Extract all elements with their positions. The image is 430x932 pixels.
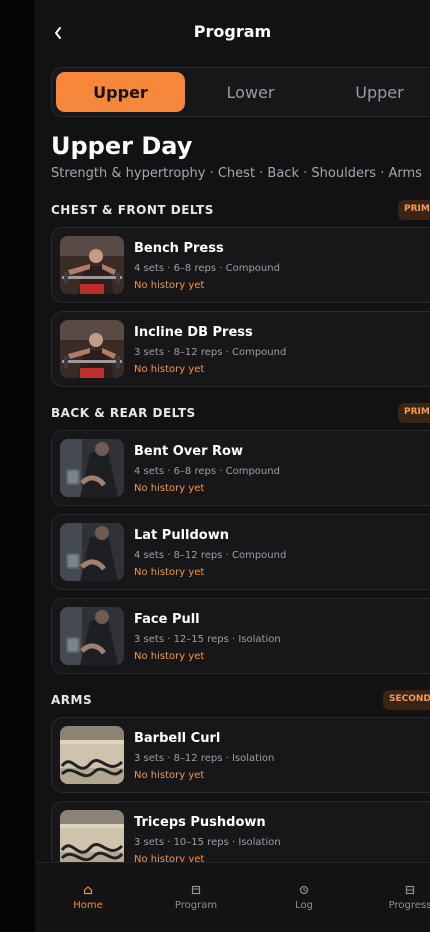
- progress-icon: [405, 885, 415, 895]
- exercise-thumbnail: [60, 236, 124, 294]
- section-title: BACK & REAR DELTS: [51, 406, 196, 420]
- exercise-thumbnail: [60, 439, 124, 497]
- exercise-name: Incline DB Press: [134, 325, 253, 340]
- exercise-card-barbell-curl[interactable]: Barbell Curl 3 sets · 8–12 reps · Isolat…: [51, 717, 430, 793]
- exercise-meta: 4 sets · 8–12 reps · Compound: [134, 550, 287, 561]
- exercise-name: Face Pull: [134, 612, 200, 627]
- exercise-thumbnail: [60, 607, 124, 665]
- section-badge: PRIMARY: [398, 200, 430, 220]
- exercise-meta: 4 sets · 6–8 reps · Compound: [134, 466, 280, 477]
- exercise-history: No history yet: [134, 364, 205, 375]
- exercise-meta: 3 sets · 12–15 reps · Isolation: [134, 634, 281, 645]
- nav-label: Log: [295, 900, 313, 911]
- exercise-thumbnail: [60, 320, 124, 378]
- day-tabs: Upper Lower Upper: [51, 67, 430, 117]
- tab-upper[interactable]: Upper: [56, 72, 185, 112]
- section-header-chest: CHEST & FRONT DELTS PRIMARY: [51, 200, 430, 224]
- exercise-meta: 3 sets · 10–15 reps · Isolation: [134, 837, 281, 848]
- bottom-nav: Home Program Log Progress: [35, 862, 430, 932]
- day-subtitle: Strength & hypertrophy · Chest · Back · …: [51, 166, 422, 181]
- exercise-card-face-pull[interactable]: Face Pull 3 sets · 12–15 reps · Isolatio…: [51, 598, 430, 674]
- section-badge: PRIMARY: [398, 403, 430, 423]
- exercise-history: No history yet: [134, 280, 205, 291]
- exercise-thumbnail: [60, 726, 124, 784]
- home-icon: [83, 886, 93, 895]
- section-title: ARMS: [51, 693, 93, 707]
- exercise-meta: 3 sets · 8–12 reps · Compound: [134, 347, 287, 358]
- exercise-history: No history yet: [134, 651, 205, 662]
- day-title: Upper Day: [51, 132, 193, 160]
- exercise-meta: 4 sets · 6–8 reps · Compound: [134, 263, 280, 274]
- nav-item-home[interactable]: Home: [43, 885, 133, 911]
- section-header-arms: ARMS SECONDARY: [51, 690, 430, 714]
- nav-label: Home: [73, 900, 103, 911]
- exercise-name: Bench Press: [134, 241, 224, 256]
- exercise-card-bent-over-row[interactable]: Bent Over Row 4 sets · 6–8 reps · Compou…: [51, 430, 430, 506]
- tab-upper-2[interactable]: Upper: [315, 72, 430, 112]
- program-icon: [191, 885, 201, 895]
- exercise-name: Lat Pulldown: [134, 528, 229, 543]
- exercise-name: Barbell Curl: [134, 731, 221, 746]
- nav-item-program[interactable]: Program: [151, 885, 241, 911]
- exercise-card-incline-db-press[interactable]: Incline DB Press 3 sets · 8–12 reps · Co…: [51, 311, 430, 387]
- exercise-history: No history yet: [134, 567, 205, 578]
- section-header-back: BACK & REAR DELTS PRIMARY: [51, 403, 430, 427]
- nav-item-progress[interactable]: Progress: [365, 885, 430, 911]
- section-title: CHEST & FRONT DELTS: [51, 203, 214, 217]
- exercise-card-lat-pulldown[interactable]: Lat Pulldown 4 sets · 8–12 reps · Compou…: [51, 514, 430, 590]
- nav-label: Progress: [388, 900, 430, 911]
- page-title: Program: [193, 22, 272, 41]
- exercise-card-bench-press[interactable]: Bench Press 4 sets · 6–8 reps · Compound…: [51, 227, 430, 303]
- tab-lower[interactable]: Lower: [186, 72, 315, 112]
- left-backdrop: [0, 0, 35, 932]
- section-badge: SECONDARY: [383, 690, 430, 710]
- exercise-history: No history yet: [134, 770, 205, 781]
- exercise-meta: 3 sets · 8–12 reps · Isolation: [134, 753, 275, 764]
- app-screen: Program Upper Lower Upper Upper Day Stre…: [35, 0, 430, 932]
- exercise-thumbnail: [60, 810, 124, 868]
- nav-label: Program: [174, 900, 218, 911]
- log-icon: [299, 885, 309, 895]
- exercise-name: Triceps Pushdown: [134, 815, 266, 830]
- exercise-name: Bent Over Row: [134, 444, 243, 459]
- exercise-thumbnail: [60, 523, 124, 581]
- nav-item-log[interactable]: Log: [259, 885, 349, 911]
- top-bar: Program: [35, 0, 430, 66]
- exercise-history: No history yet: [134, 483, 205, 494]
